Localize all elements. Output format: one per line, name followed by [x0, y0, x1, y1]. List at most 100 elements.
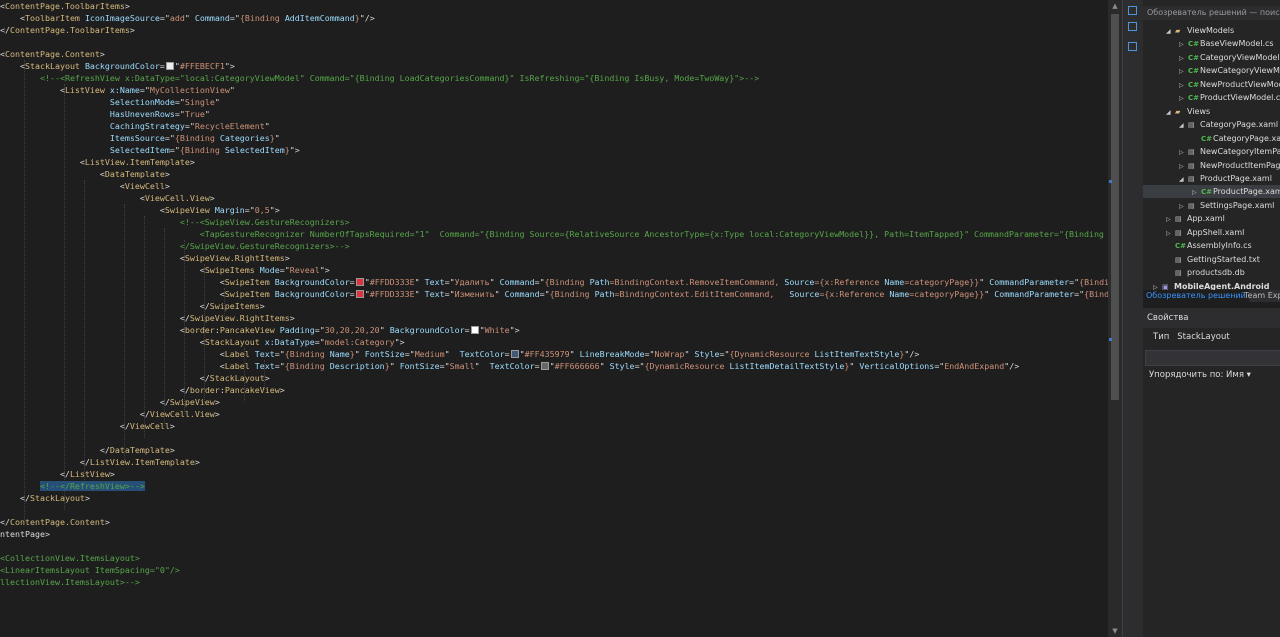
color-swatch[interactable] [165, 62, 174, 70]
code-token: </ [0, 301, 210, 311]
expand-arrow-icon[interactable]: ▷ [1166, 227, 1175, 240]
tree-item-label: GettingStarted.txt [1187, 254, 1260, 264]
code-line: ntentPage> [0, 528, 50, 540]
code-line: </DataTemplate> [0, 444, 175, 456]
code-token: </ [0, 517, 10, 527]
tree-item[interactable]: C#AssemblyInfo.cs [1143, 239, 1280, 252]
expand-arrow-icon[interactable]: ▷ [1179, 79, 1188, 92]
code-token: Style [694, 349, 720, 359]
toolbox-icon[interactable] [1128, 6, 1137, 15]
color-swatch[interactable] [355, 290, 364, 298]
tree-item[interactable]: ▤ GettingStarted.txt [1143, 253, 1280, 266]
code-token: StackLayout [24, 61, 80, 71]
collapse-arrow-icon[interactable]: ◢ [1179, 173, 1188, 186]
tree-item[interactable]: ▷ ▤ App.xaml [1143, 212, 1280, 225]
code-token: ViewCell.View [149, 409, 215, 419]
code-token: =" [174, 109, 185, 119]
code-token: CommandParameter [989, 277, 1070, 287]
code-token: border [184, 325, 215, 335]
server-explorer-icon[interactable] [1128, 42, 1137, 51]
color-swatch[interactable] [510, 350, 519, 358]
code-token: BackgroundColor [84, 61, 160, 71]
code-line: <SwipeItem BackgroundColor= "#FFDD333E" T… [0, 276, 1108, 288]
code-token: =" [164, 133, 175, 143]
code-token: Path [589, 277, 610, 287]
code-token: " [264, 121, 270, 131]
code-line: </ContentPage.Content> [0, 516, 110, 528]
code-token: =" [159, 13, 170, 23]
tree-item[interactable]: ▷C#NewCategoryViewModel.cs [1143, 64, 1280, 77]
tree-item[interactable]: ▷ ▤ AppShell.xaml [1143, 226, 1280, 239]
tree-item[interactable]: ▷C#CategoryViewModel.cs [1143, 51, 1280, 64]
code-token: Изменить [454, 289, 495, 299]
tree-item[interactable]: ▷ C#BaseViewModel.cs [1143, 37, 1280, 50]
scroll-up-arrow-icon[interactable]: ▲ [1108, 0, 1122, 12]
tree-item[interactable]: ▤ productsdb.db [1143, 266, 1280, 279]
code-line: <StackLayout x:DataType="model:Category"… [0, 336, 405, 348]
tree-item[interactable]: ◢ ▤ ProductPage.xaml [1143, 172, 1280, 185]
scrollbar-thumb[interactable] [1111, 14, 1119, 400]
code-token: Source [789, 289, 820, 299]
code-token: </ [0, 313, 190, 323]
solution-explorer-search[interactable]: Обозреватель решений — поиск [1143, 6, 1280, 20]
collapse-arrow-icon[interactable]: ◢ [1166, 106, 1175, 119]
properties-search-input[interactable] [1145, 350, 1280, 366]
tree-item[interactable]: ▷C#ProductPage.xaml.cs [1143, 185, 1280, 199]
expand-arrow-icon[interactable]: ▷ [1179, 52, 1188, 65]
tree-item[interactable]: ◢ ▤ CategoryPage.xaml [1143, 118, 1280, 131]
selected-text: <!--</RefreshView>--> [39, 481, 145, 491]
expand-arrow-icon[interactable]: ▷ [1179, 38, 1188, 51]
tree-item[interactable]: ▷ C#ProductViewModel.cs [1143, 91, 1280, 104]
code-token: =categoryPage}} [909, 289, 985, 299]
scroll-down-arrow-icon[interactable]: ▼ [1108, 625, 1122, 637]
collapse-arrow-icon[interactable]: ◢ [1179, 119, 1188, 132]
color-swatch[interactable] [470, 326, 479, 334]
code-token: x:DataType [264, 337, 315, 347]
tree-item[interactable]: ▷▤ NewProductItemPage.xaml [1143, 159, 1280, 172]
cs-icon: C# [1188, 67, 1200, 76]
expand-arrow-icon[interactable]: ▷ [1179, 92, 1188, 105]
sort-dropdown[interactable]: Упорядочить по: Имя ▾ [1149, 370, 1251, 380]
code-line: <!--</RefreshView>--> [0, 480, 145, 492]
expand-arrow-icon[interactable]: ▷ [1179, 65, 1188, 78]
expand-arrow-icon[interactable]: ▷ [1192, 186, 1201, 199]
editor-vertical-scrollbar[interactable]: ▲ ▼ [1108, 0, 1122, 637]
code-editor[interactable]: <ContentPage.ToolbarItems> <ToolbarItem … [0, 0, 1108, 637]
code-token: {Binding [239, 13, 285, 23]
tree-item[interactable]: ◢ ▰ Views [1143, 105, 1280, 118]
code-token: "/> [1004, 361, 1020, 371]
expand-arrow-icon[interactable]: ▷ [1179, 200, 1188, 213]
expand-arrow-icon[interactable]: ▷ [1179, 146, 1188, 159]
data-sources-icon[interactable] [1128, 22, 1137, 31]
tree-item[interactable]: C#CategoryPage.xaml.cs [1143, 132, 1280, 145]
code-token: =" [1074, 289, 1085, 299]
code-token: < [0, 325, 185, 335]
code-token: ntentPage> [0, 529, 50, 539]
code-token: llectionView.ItemsLayout>--> [0, 577, 140, 587]
code-token: < [0, 169, 105, 179]
code-token: > [214, 409, 220, 419]
tree-item[interactable]: ▷▤ NewCategoryItemPage.xaml [1143, 145, 1280, 158]
code-token: "/> [359, 13, 375, 23]
scrollbar-marker [1109, 338, 1112, 341]
code-token: ={x:Reference [814, 277, 885, 287]
color-swatch[interactable] [540, 362, 549, 370]
tree-item[interactable]: ◢ ▰ ViewModels [1143, 24, 1280, 37]
code-token: x:Name [109, 85, 140, 95]
expand-arrow-icon[interactable]: ▷ [1166, 213, 1175, 226]
code-token: 30,20,20,20 [324, 325, 380, 335]
tree-item[interactable]: ▷ ▤ SettingsPage.xaml [1143, 199, 1280, 212]
code-token: Path [594, 289, 615, 299]
tab-team-explorer[interactable]: Team Explorer [1241, 290, 1280, 302]
code-line: </SwipeItems> [0, 300, 265, 312]
code-token: SwipeView.RightItems [189, 313, 290, 323]
tab-solution-explorer[interactable]: Обозреватель решений [1143, 290, 1249, 302]
color-swatch[interactable] [355, 278, 364, 286]
expand-arrow-icon[interactable]: ▷ [1179, 160, 1188, 173]
tree-item[interactable]: ▷C#NewProductViewModel.cs [1143, 78, 1280, 91]
collapse-arrow-icon[interactable]: ◢ [1166, 25, 1175, 38]
code-token: = [349, 289, 355, 299]
code-token: <LinearItemsLayout ItemSpacing="0"/> [0, 565, 180, 575]
